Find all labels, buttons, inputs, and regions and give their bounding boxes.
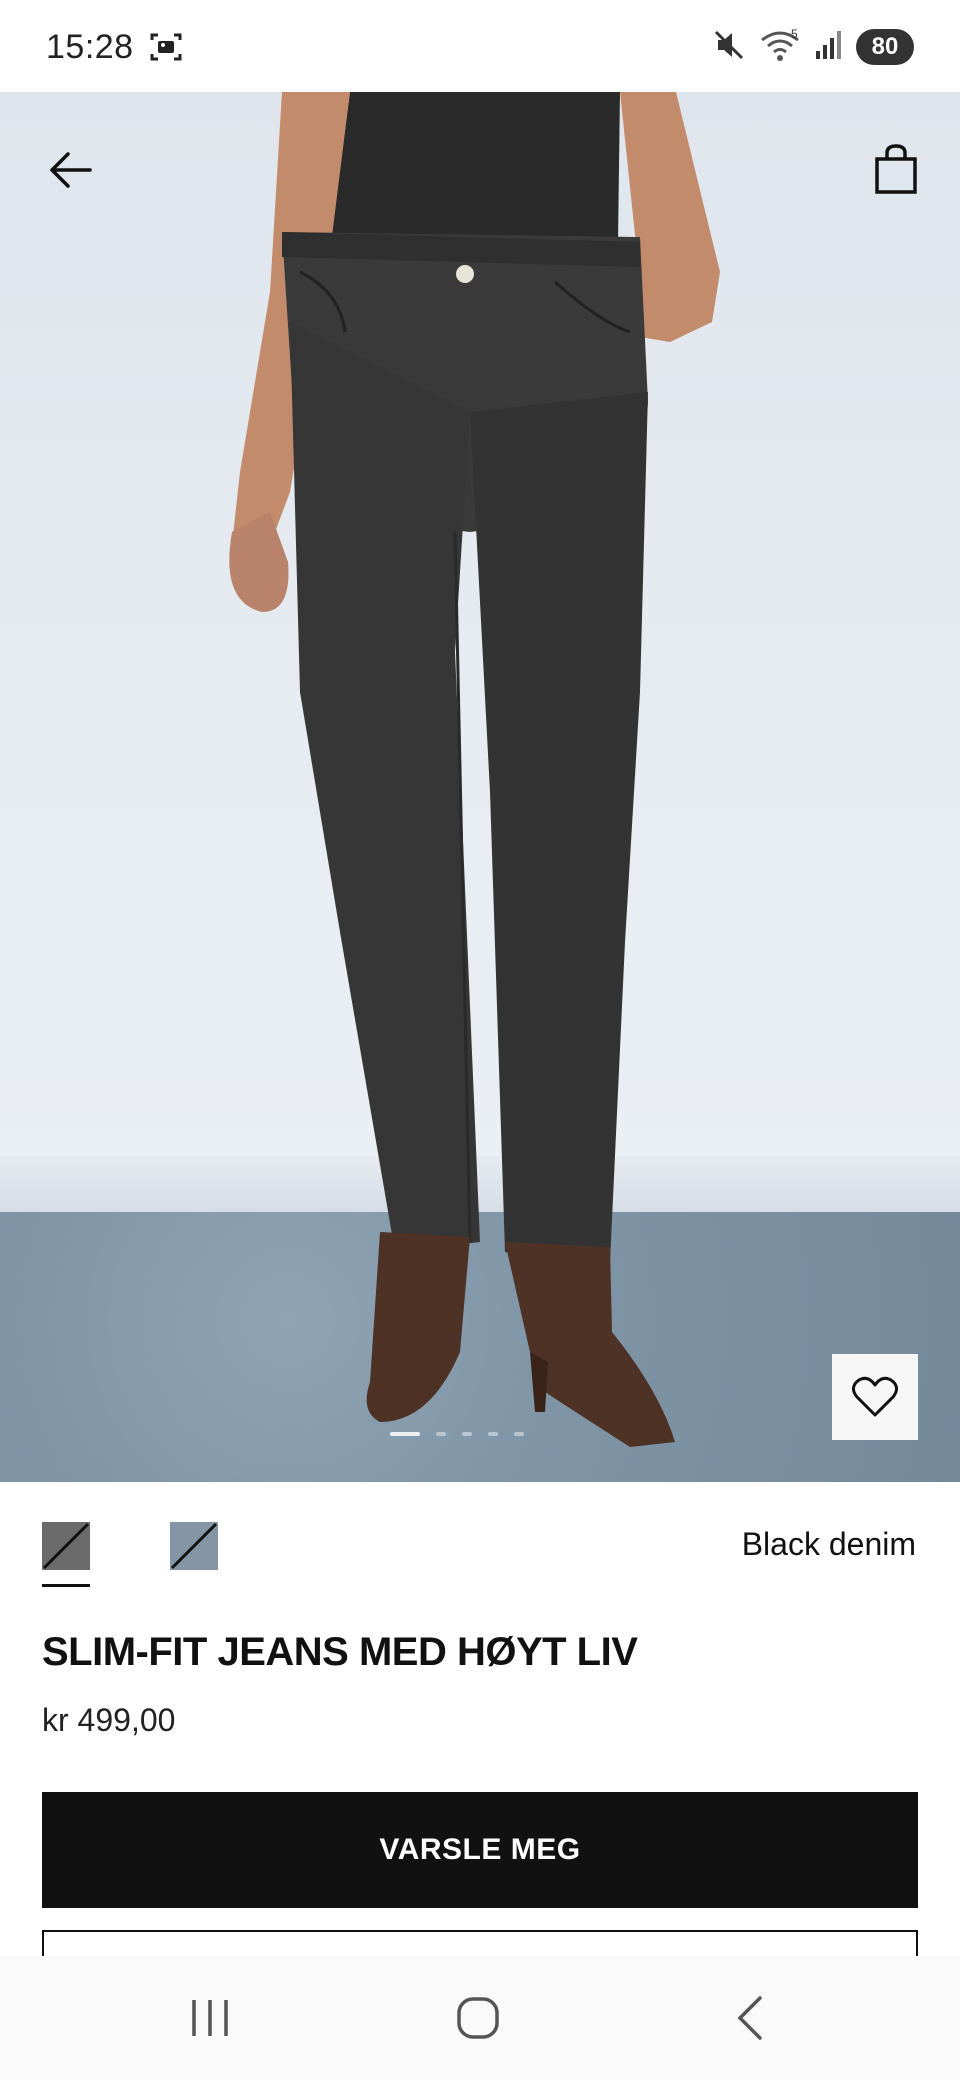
svg-text:5: 5 — [791, 28, 798, 41]
product-title: SLIM-FIT JEANS MED HØYT LIV — [42, 1630, 638, 1674]
navigation-bar — [0, 1956, 960, 2080]
back-button[interactable] — [42, 142, 98, 198]
product-image-gallery[interactable] — [0, 92, 960, 1482]
home-icon[interactable] — [456, 1996, 500, 2040]
pagination-dot — [462, 1432, 472, 1436]
pagination-dot — [436, 1432, 446, 1436]
arrow-left-icon — [50, 152, 92, 188]
heart-icon — [852, 1376, 898, 1417]
back-icon[interactable] — [728, 1994, 772, 2042]
swatch-blue-grey-denim[interactable] — [170, 1522, 218, 1570]
color-swatches — [42, 1522, 218, 1570]
color-name: Black denim — [741, 1526, 916, 1562]
shopping-bag-button[interactable] — [868, 138, 924, 200]
selected-swatch-indicator — [42, 1584, 90, 1587]
status-time: 15:28 — [46, 28, 134, 66]
battery-indicator: 80 — [856, 29, 914, 65]
pagination-dot — [390, 1432, 420, 1436]
product-price: kr 499,00 — [42, 1702, 176, 1738]
gallery-pagination — [390, 1432, 524, 1436]
wifi-icon: 5 — [758, 27, 802, 67]
notify-me-button[interactable]: VARSLE MEG — [42, 1792, 918, 1908]
secondary-button[interactable] — [42, 1930, 918, 1958]
signal-icon — [814, 29, 844, 66]
recent-apps-icon[interactable] — [188, 1996, 232, 2040]
status-bar: 15:28 5 80 — [0, 0, 960, 92]
screenshot-icon — [150, 32, 182, 62]
shopping-bag-icon — [875, 144, 917, 194]
status-icons: 5 80 — [712, 27, 914, 67]
favorite-button[interactable] — [832, 1354, 918, 1440]
product-photo — [229, 92, 720, 1447]
swatch-black-denim[interactable] — [42, 1522, 90, 1570]
pagination-dot — [488, 1432, 498, 1436]
mute-icon — [712, 28, 746, 67]
pagination-dot — [514, 1432, 524, 1436]
